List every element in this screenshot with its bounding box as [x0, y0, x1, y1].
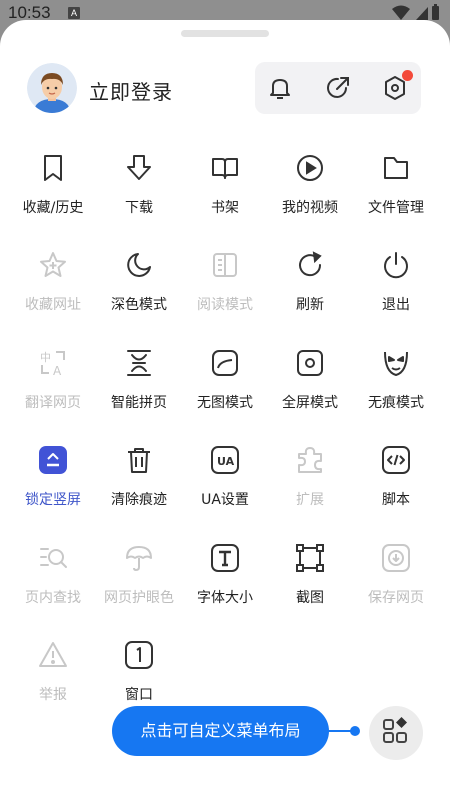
code-icon: [381, 445, 411, 475]
customize-layout-button[interactable]: [369, 706, 423, 760]
grid-layout-icon: [383, 717, 407, 743]
menu-item-label: 阅读模式: [197, 297, 253, 313]
menu-item-label: 锁定竖屏: [25, 492, 81, 508]
svg-text:中: 中: [40, 351, 51, 364]
menu-item-report[interactable]: 举报: [8, 640, 98, 720]
menu-item-label: 收藏/历史: [22, 200, 84, 216]
menu-item-script[interactable]: 脚本: [351, 445, 441, 525]
umbrella-icon: [124, 543, 154, 573]
svg-text:UA: UA: [217, 455, 235, 468]
menu-item-label: 无痕模式: [368, 395, 424, 411]
notification-a-icon: A: [68, 7, 80, 19]
menu-item-reader-mode[interactable]: 阅读模式: [180, 250, 270, 330]
trash-icon: [124, 445, 154, 475]
menu-item-clear-traces[interactable]: 清除痕迹: [94, 445, 184, 525]
menu-item-label: 举报: [39, 687, 67, 703]
avatar[interactable]: [27, 63, 77, 113]
menu-item-label: 文件管理: [368, 200, 424, 216]
moon-icon: [124, 250, 154, 280]
menu-item-label: 字体大小: [197, 590, 253, 606]
reader-icon: [210, 250, 240, 280]
bell-icon[interactable]: [266, 74, 294, 102]
menu-item-screenshot[interactable]: 截图: [265, 543, 355, 623]
menu-item-label: 下载: [125, 200, 153, 216]
menu-item-ua-settings[interactable]: UA UA设置: [180, 445, 270, 525]
menu-item-label: 清除痕迹: [111, 492, 167, 508]
ua-icon: UA: [210, 445, 240, 475]
menu-item-find-in-page[interactable]: 页内查找: [8, 543, 98, 623]
menu-item-bookmark-url[interactable]: 收藏网址: [8, 250, 98, 330]
save-page-icon: [381, 543, 411, 573]
menu-item-label: 深色模式: [111, 297, 167, 313]
menu-item-file-manager[interactable]: 文件管理: [351, 153, 441, 233]
menu-item-translate[interactable]: 中A 翻译网页: [8, 348, 98, 428]
menu-item-label: 我的视频: [282, 200, 338, 216]
no-image-icon: [210, 348, 240, 378]
folder-icon: [381, 153, 411, 183]
screenshot-icon: [295, 543, 325, 573]
lock-portrait-icon: [38, 445, 68, 475]
drag-handle[interactable]: [181, 30, 269, 37]
menu-sheet: 立即登录 收藏/历史 下载 书架 我的视频 文件管理 收藏网址 深色模式 阅读模…: [0, 20, 450, 804]
menu-item-save-page[interactable]: 保存网页: [351, 543, 441, 623]
refresh-icon: [295, 250, 325, 280]
menu-item-label: 脚本: [382, 492, 410, 508]
menu-item-font-size[interactable]: 字体大小: [180, 543, 270, 623]
merge-pages-icon: [124, 348, 154, 378]
menu-item-lock-portrait[interactable]: 锁定竖屏: [8, 445, 98, 525]
book-icon: [210, 153, 240, 183]
notification-badge: [402, 70, 413, 81]
menu-item-label: 退出: [382, 297, 410, 313]
translate-icon: 中A: [38, 348, 68, 378]
menu-item-label: 智能拼页: [111, 395, 167, 411]
menu-item-label: 扩展: [296, 492, 324, 508]
font-size-icon: [210, 543, 240, 573]
share-icon[interactable]: [324, 74, 352, 102]
menu-item-label: 网页护眼色: [104, 590, 174, 606]
find-in-page-icon: [38, 543, 68, 573]
menu-item-fullscreen[interactable]: 全屏模式: [265, 348, 355, 428]
menu-item-label: 收藏网址: [25, 297, 81, 313]
hint-dot: [350, 726, 360, 736]
menu-item-label: 窗口: [125, 687, 153, 703]
menu-item-label: 翻译网页: [25, 395, 81, 411]
menu-item-label: 刷新: [296, 297, 324, 313]
menu-item-dark-mode[interactable]: 深色模式: [94, 250, 184, 330]
menu-item-no-image[interactable]: 无图模式: [180, 348, 270, 428]
menu-item-label: 全屏模式: [282, 395, 338, 411]
window-icon: [124, 640, 154, 670]
bookmark-icon: [38, 153, 68, 183]
customize-hint-button[interactable]: 点击可自定义菜单布局: [112, 706, 329, 756]
menu-item-my-videos[interactable]: 我的视频: [265, 153, 355, 233]
top-actions: [255, 62, 421, 114]
menu-item-label: 保存网页: [368, 590, 424, 606]
menu-item-incognito[interactable]: 无痕模式: [351, 348, 441, 428]
menu-item-eye-care[interactable]: 网页护眼色: [94, 543, 184, 623]
incognito-icon: [381, 348, 411, 378]
menu-item-download[interactable]: 下载: [94, 153, 184, 233]
menu-item-favorites-history[interactable]: 收藏/历史: [8, 153, 98, 233]
menu-item-label: 页内查找: [25, 590, 81, 606]
star-add-icon: [38, 250, 68, 280]
menu-item-label: 书架: [211, 200, 239, 216]
login-link[interactable]: 立即登录: [89, 76, 173, 105]
menu-item-exit[interactable]: 退出: [351, 250, 441, 330]
fullscreen-icon: [295, 348, 325, 378]
power-icon: [381, 250, 411, 280]
svg-text:A: A: [53, 364, 62, 378]
menu-item-label: UA设置: [201, 492, 249, 508]
menu-item-label: 无图模式: [197, 395, 253, 411]
report-icon: [38, 640, 68, 670]
menu-item-label: 截图: [296, 590, 324, 606]
download-icon: [124, 153, 154, 183]
menu-item-extensions[interactable]: 扩展: [265, 445, 355, 525]
menu-item-bookshelf[interactable]: 书架: [180, 153, 270, 233]
menu-item-smart-merge[interactable]: 智能拼页: [94, 348, 184, 428]
puzzle-icon: [295, 445, 325, 475]
play-icon: [295, 153, 325, 183]
menu-item-refresh[interactable]: 刷新: [265, 250, 355, 330]
